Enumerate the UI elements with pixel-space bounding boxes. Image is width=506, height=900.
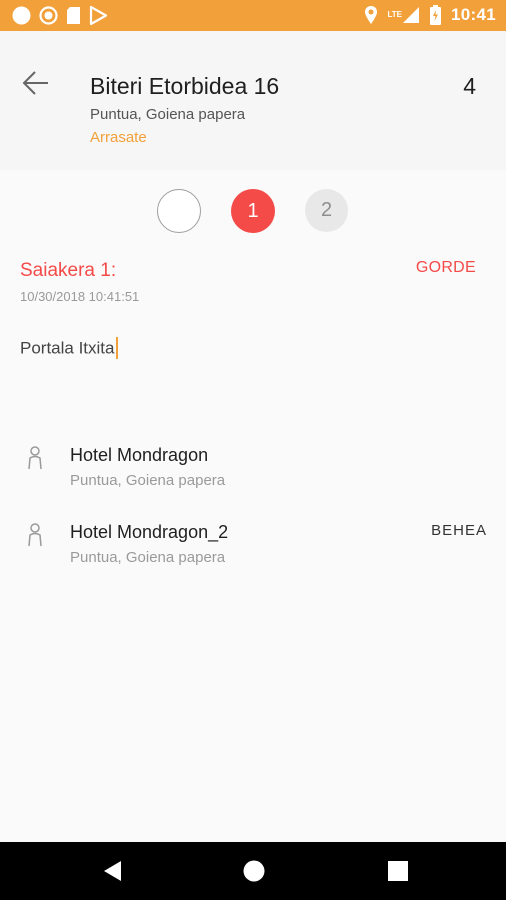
back-button[interactable] (20, 67, 52, 99)
attempt-datetime: 10/30/2018 10:41:51 (20, 289, 140, 304)
contact-subtitle: Puntua, Goiena papera (70, 472, 226, 489)
play-store-icon (89, 6, 107, 25)
signal-icon (403, 7, 420, 23)
attempt-title: Saiakera 1: (20, 260, 117, 281)
contact-list-item[interactable]: Hotel Mondragon_2 Puntua, Goiena papera … (0, 520, 506, 580)
home-circle-icon[interactable] (242, 859, 266, 883)
network-type-label: LTE (387, 10, 403, 19)
note-field[interactable]: Portala Itxita (20, 337, 118, 360)
location-icon (364, 6, 377, 24)
step-2[interactable]: 2 (305, 189, 348, 232)
clock-time: 10:41 (451, 5, 496, 24)
circle-notification-icon (12, 6, 31, 25)
contact-subtitle: Puntua, Goiena papera (70, 549, 226, 566)
text-cursor (115, 337, 118, 359)
status-bar-system: LTE 10:41 (364, 5, 497, 25)
step-1-active[interactable]: 1 (231, 189, 275, 233)
record-notification-icon (39, 6, 58, 25)
battery-icon (430, 5, 442, 25)
contact-list-item[interactable]: Hotel Mondragon Puntua, Goiena papera (0, 443, 506, 503)
contact-name: Hotel Mondragon_2 (70, 522, 229, 542)
contact-name: Hotel Mondragon (70, 445, 209, 465)
contact-tag: BEHEA (431, 522, 487, 539)
navigation-bar (0, 842, 506, 900)
page-title: Biteri Etorbidea 16 (90, 73, 280, 99)
page-subtitle: Puntua, Goiena papera (90, 106, 246, 123)
city-label: Arrasate (90, 129, 147, 146)
recents-square-icon[interactable] (386, 859, 410, 883)
step-empty[interactable] (157, 189, 201, 233)
status-bar-notifications (12, 6, 107, 25)
note-field-value: Portala Itxita (20, 338, 115, 358)
sim-card-icon (67, 7, 80, 24)
item-count: 4 (463, 73, 476, 99)
save-button[interactable]: GORDE (416, 259, 476, 277)
person-icon (28, 523, 42, 547)
back-triangle-icon[interactable] (101, 859, 125, 883)
status-bar: LTE 10:41 (0, 0, 506, 31)
person-icon (28, 446, 42, 470)
header: Biteri Etorbidea 16 Puntua, Goiena paper… (0, 31, 506, 170)
arrow-back-icon (22, 71, 48, 95)
